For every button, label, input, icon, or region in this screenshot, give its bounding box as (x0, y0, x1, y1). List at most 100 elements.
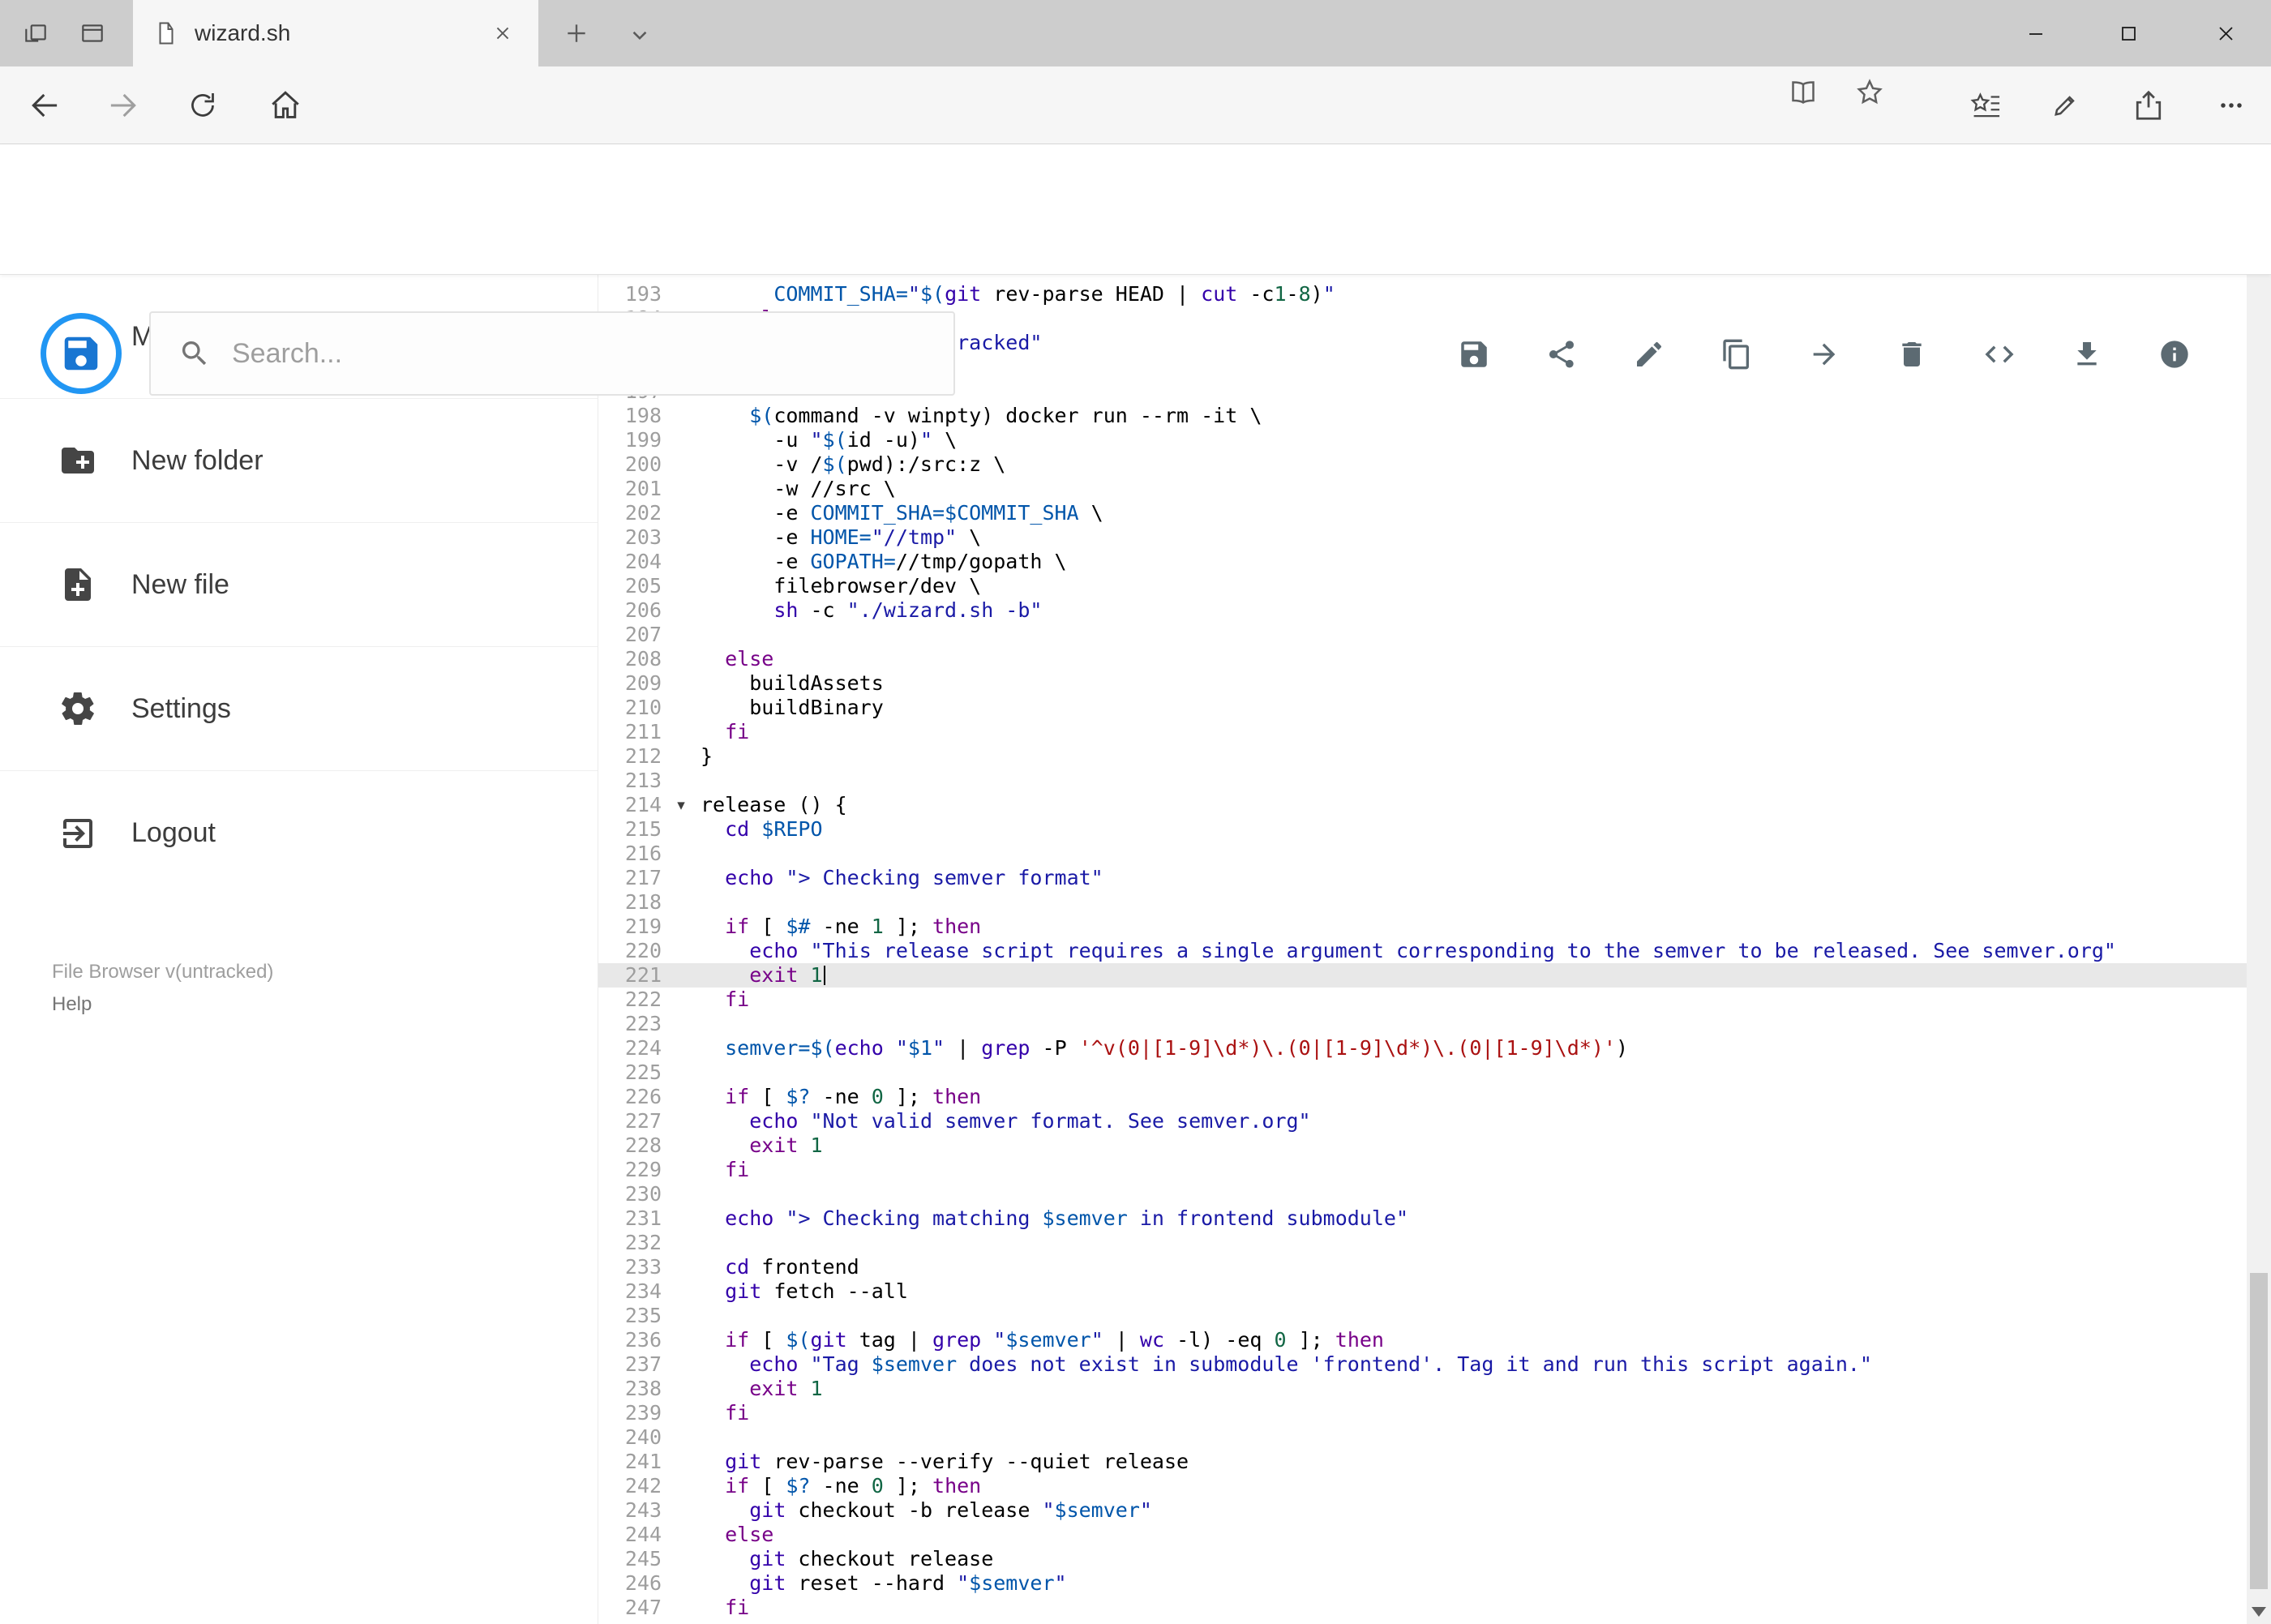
code-line-246[interactable]: 246 git reset --hard "$semver" (598, 1571, 2247, 1596)
code-line-206[interactable]: 206 sh -c "./wizard.sh -b" (598, 598, 2247, 623)
source-code-button[interactable] (1982, 336, 2017, 372)
code-area[interactable]: 193 COMMIT_SHA="$(git rev-parse HEAD | c… (598, 282, 2247, 1620)
window-minimize-button[interactable] (1994, 0, 2078, 66)
home-button[interactable] (268, 88, 303, 123)
delete-button[interactable] (1894, 336, 1930, 372)
code-line-237[interactable]: 237 echo "Tag $semver does not exist in … (598, 1352, 2247, 1377)
code-line-222[interactable]: 222 fi (598, 988, 2247, 1012)
code-line-245[interactable]: 245 git checkout release (598, 1547, 2247, 1571)
code-line-218[interactable]: 218 (598, 890, 2247, 915)
page-scrollbar[interactable] (2247, 144, 2271, 1624)
code-line-238[interactable]: 238 exit 1 (598, 1377, 2247, 1401)
back-button[interactable] (27, 88, 62, 123)
tab-list-chevron-button[interactable] (626, 21, 653, 49)
window-maximize-button[interactable] (2086, 0, 2170, 66)
code-editor[interactable]: 193 COMMIT_SHA="$(git rev-parse HEAD | c… (598, 275, 2247, 1624)
reading-view-button[interactable] (1785, 75, 1821, 110)
save-button[interactable] (1456, 336, 1492, 372)
code-line-233[interactable]: 233 cd frontend (598, 1255, 2247, 1279)
code-line-221[interactable]: 221 exit 1 (598, 963, 2247, 988)
share-button[interactable] (2131, 88, 2166, 123)
code-line-232[interactable]: 232 (598, 1231, 2247, 1255)
code-line-247[interactable]: 247 fi (598, 1596, 2247, 1620)
move-button[interactable] (1806, 336, 1842, 372)
code-line-215[interactable]: 215 cd $REPO (598, 817, 2247, 842)
code-line-220[interactable]: 220 echo "This release script requires a… (598, 939, 2247, 963)
search-box[interactable] (149, 311, 955, 396)
code-line-229[interactable]: 229 fi (598, 1158, 2247, 1182)
forward-button[interactable] (105, 88, 141, 123)
code-line-223[interactable]: 223 (598, 1012, 2247, 1036)
favorite-star-button[interactable] (1852, 75, 1888, 110)
code-line-205[interactable]: 205 filebrowser/dev \ (598, 574, 2247, 598)
code-line-226[interactable]: 226 if [ $? -ne 0 ]; then (598, 1085, 2247, 1109)
arrow-right-icon (1808, 338, 1840, 371)
sidebar-item-logout[interactable]: Logout (0, 771, 598, 895)
code-line-219[interactable]: 219 if [ $# -ne 1 ]; then (598, 915, 2247, 939)
rename-button[interactable] (1631, 336, 1667, 372)
code-line-228[interactable]: 228 exit 1 (598, 1133, 2247, 1158)
help-link[interactable]: Help (52, 988, 273, 1021)
download-button[interactable] (2069, 336, 2105, 372)
code-line-208[interactable]: 208 else (598, 647, 2247, 671)
sidebar-item-new-folder[interactable]: New folder (0, 399, 598, 523)
code-line-203[interactable]: 203 -e HOME="//tmp" \ (598, 525, 2247, 550)
set-tabs-aside-button[interactable] (21, 19, 50, 48)
code-line-236[interactable]: 236 if [ $(git tag | grep "$semver" | wc… (598, 1328, 2247, 1352)
code-line-243[interactable]: 243 git checkout -b release "$semver" (598, 1498, 2247, 1523)
new-tab-button[interactable] (561, 18, 592, 49)
sidebar-item-new-file[interactable]: New file (0, 523, 598, 647)
tab-preview-button[interactable] (78, 19, 107, 48)
web-notes-button[interactable] (2047, 88, 2083, 123)
code-line-227[interactable]: 227 echo "Not valid semver format. See s… (598, 1109, 2247, 1133)
code-line-207[interactable]: 207 (598, 623, 2247, 647)
code-line-217[interactable]: 217 echo "> Checking semver format" (598, 866, 2247, 890)
scrollbar-down-arrow-icon[interactable] (2252, 1607, 2266, 1617)
code-line-241[interactable]: 241 git rev-parse --verify --quiet relea… (598, 1450, 2247, 1474)
code-line-201[interactable]: 201 -w //src \ (598, 477, 2247, 501)
sidebar-item-settings[interactable]: Settings (0, 647, 598, 771)
close-tab-button[interactable] (488, 19, 517, 48)
code-line-242[interactable]: 242 if [ $? -ne 0 ]; then (598, 1474, 2247, 1498)
code-line-216[interactable]: 216 (598, 842, 2247, 866)
refresh-button[interactable] (185, 88, 221, 123)
fold-marker-icon[interactable]: ▾ (662, 793, 701, 817)
code-line-239[interactable]: 239 fi (598, 1401, 2247, 1425)
copy-button[interactable] (1719, 336, 1755, 372)
scrollbar-thumb[interactable] (2250, 1273, 2268, 1589)
code-line-244[interactable]: 244 else (598, 1523, 2247, 1547)
code-line-209[interactable]: 209 buildAssets (598, 671, 2247, 696)
browser-tab[interactable]: wizard.sh (133, 0, 538, 66)
fold-gutter (662, 647, 701, 671)
code-line-212[interactable]: 212} (598, 744, 2247, 769)
more-options-button[interactable] (2213, 88, 2249, 123)
code-line-202[interactable]: 202 -e COMMIT_SHA=$COMMIT_SHA \ (598, 501, 2247, 525)
code-line-213[interactable]: 213 (598, 769, 2247, 793)
code-line-234[interactable]: 234 git fetch --all (598, 1279, 2247, 1304)
hub-favorites-button[interactable] (1968, 88, 2003, 123)
info-button[interactable] (2157, 336, 2192, 372)
download-icon (2071, 338, 2103, 371)
code-line-204[interactable]: 204 -e GOPATH=//tmp/gopath \ (598, 550, 2247, 574)
code-text: COMMIT_SHA="$(git rev-parse HEAD | cut -… (773, 282, 1335, 306)
code-line-211[interactable]: 211 fi (598, 720, 2247, 744)
fold-gutter (662, 1523, 701, 1547)
code-line-224[interactable]: 224 semver=$(echo "$1" | grep -P '^v(0|[… (598, 1036, 2247, 1061)
code-line-200[interactable]: 200 -v /$(pwd):/src:z \ (598, 452, 2247, 477)
code-line-210[interactable]: 210 buildBinary (598, 696, 2247, 720)
trash-icon (1896, 338, 1928, 371)
code-line-225[interactable]: 225 (598, 1061, 2247, 1085)
fold-gutter (662, 1085, 701, 1109)
window-close-button[interactable] (2183, 0, 2268, 66)
search-input[interactable] (232, 337, 881, 370)
code-line-240[interactable]: 240 (598, 1425, 2247, 1450)
line-number: 243 (624, 1498, 662, 1522)
share-file-button[interactable] (1544, 336, 1579, 372)
code-line-199[interactable]: 199 -u "$(id -u)" \ (598, 428, 2247, 452)
code-line-230[interactable]: 230 (598, 1182, 2247, 1206)
star-icon (1853, 76, 1886, 109)
code-line-214[interactable]: 214 ▾ release () { (598, 793, 2247, 817)
code-line-235[interactable]: 235 (598, 1304, 2247, 1328)
app-logo[interactable] (41, 313, 122, 394)
code-line-231[interactable]: 231 echo "> Checking matching $semver in… (598, 1206, 2247, 1231)
